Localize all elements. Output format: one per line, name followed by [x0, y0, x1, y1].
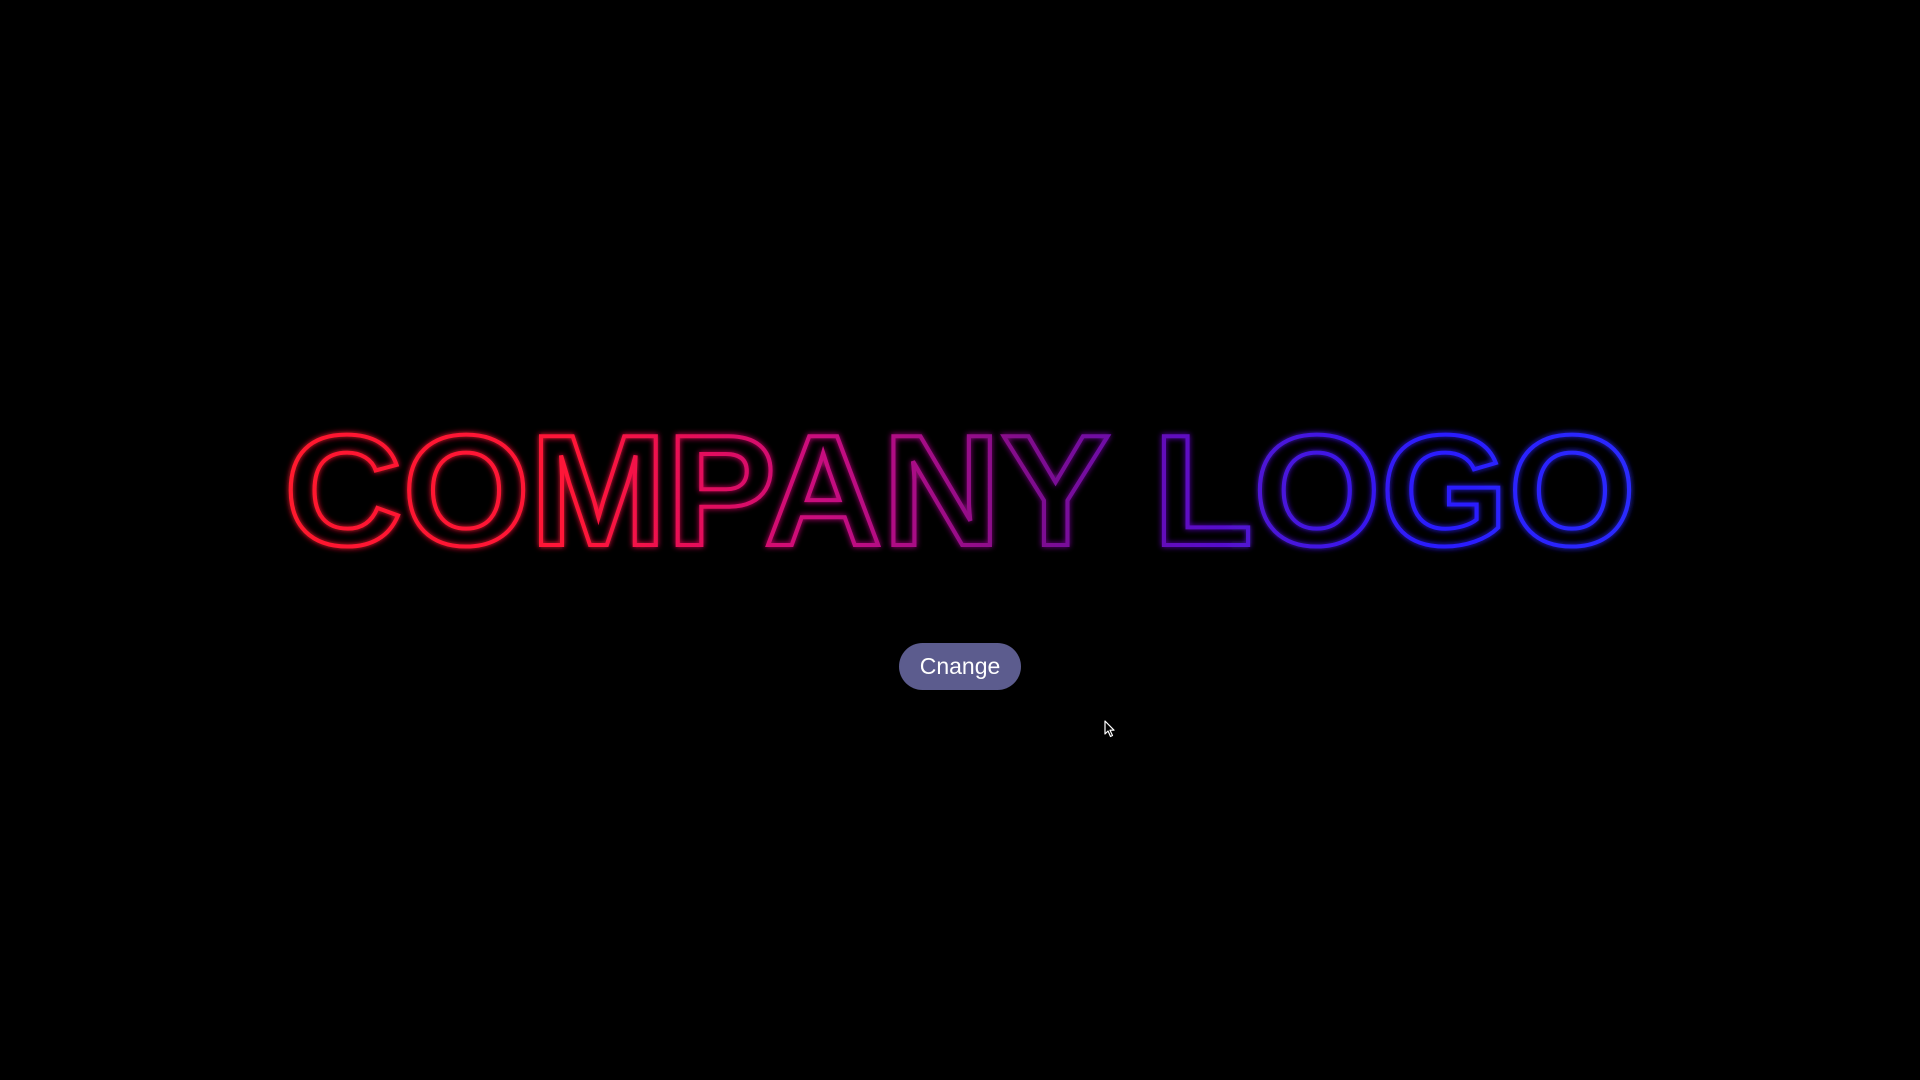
logo-text: COMPANY LOGO [284, 403, 1636, 570]
page-canvas: COMPANY LOGO Cnange [0, 0, 1920, 1080]
change-button[interactable]: Cnange [899, 643, 1021, 690]
company-logo: COMPANY LOGO [0, 395, 1920, 570]
mouse-pointer-icon [1104, 720, 1116, 738]
